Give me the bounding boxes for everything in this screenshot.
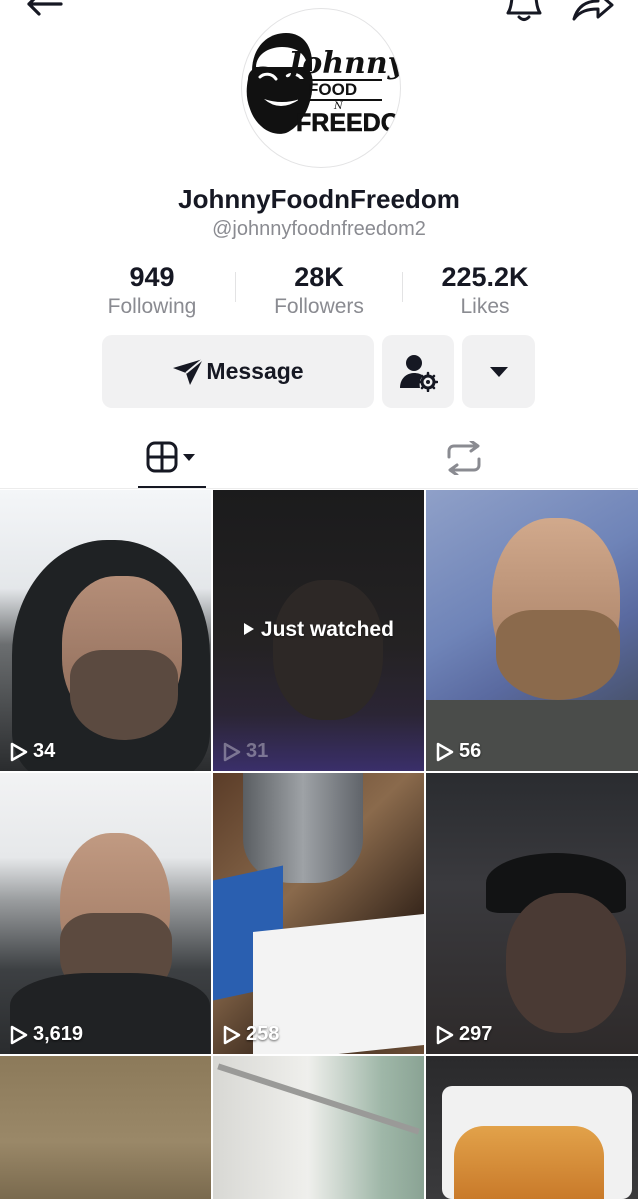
play-outline-icon [10, 1025, 28, 1044]
username: @johnnyfoodnfreedom2 [212, 218, 426, 240]
video-thumbnail[interactable]: Just watched 31 [213, 490, 424, 771]
thumbnail-curtain-rod [217, 1063, 420, 1135]
stat-likes[interactable]: 225.2K Likes [400, 262, 570, 321]
thumbnail-beard [496, 610, 620, 700]
video-thumbnail[interactable]: 297 [426, 773, 638, 1054]
play-outline-icon [223, 742, 241, 761]
thumbnail-food [454, 1126, 604, 1199]
thumbnail-face [273, 580, 383, 720]
likes-label: Likes [460, 295, 510, 318]
notification-button[interactable] [500, 0, 548, 24]
tab-reposts[interactable] [430, 434, 498, 482]
play-outline-icon [436, 1025, 454, 1044]
message-button[interactable]: Message [102, 335, 374, 408]
grid-icon [146, 441, 195, 473]
stat-following[interactable]: 949 Following [67, 262, 237, 321]
svg-text:FOOD: FOOD [308, 80, 357, 99]
view-count: 34 [10, 740, 55, 763]
video-thumbnail[interactable] [426, 1056, 638, 1199]
share-button[interactable] [566, 0, 618, 24]
play-filled-icon [244, 623, 255, 635]
suggested-accounts-button[interactable] [382, 335, 454, 408]
thumbnail-beard [70, 650, 178, 740]
caret-down-icon [489, 366, 508, 377]
video-thumbnail[interactable]: 3,619 [0, 773, 211, 1054]
following-label: Following [107, 295, 197, 318]
user-settings-icon [400, 354, 438, 392]
video-thumbnail[interactable] [0, 1056, 211, 1199]
stat-followers[interactable]: 28K Followers [234, 262, 404, 321]
likes-count: 225.2K [441, 262, 529, 292]
tab-videos[interactable] [138, 434, 206, 482]
video-thumbnail[interactable]: 56 [426, 490, 638, 771]
svg-text:Johnny: Johnny [283, 46, 400, 81]
share-arrow-icon [572, 0, 614, 21]
play-outline-icon [223, 1025, 241, 1044]
play-outline-icon [436, 742, 454, 761]
thumbnail-face [506, 893, 626, 1033]
tabs-divider [0, 488, 638, 489]
view-count: 3,619 [10, 1023, 83, 1046]
view-count: 56 [436, 740, 481, 763]
video-grid: 34 Just watched 31 56 3,619 258 297 [0, 490, 638, 1199]
video-thumbnail[interactable]: 258 [213, 773, 424, 1054]
view-count: 258 [223, 1023, 279, 1046]
view-count: 297 [436, 1023, 492, 1046]
video-thumbnail[interactable]: 34 [0, 490, 211, 771]
more-options-button[interactable] [462, 335, 535, 408]
just-watched-label: Just watched [213, 618, 424, 642]
repost-icon [447, 441, 481, 475]
thumbnail-jar [243, 773, 363, 883]
video-thumbnail[interactable] [213, 1056, 424, 1199]
bell-icon [506, 0, 542, 21]
message-button-label: Message [206, 358, 304, 384]
followers-count: 28K [294, 262, 344, 292]
view-count: 31 [223, 740, 268, 763]
followers-label: Followers [274, 295, 364, 318]
send-plane-icon [173, 357, 205, 385]
following-count: 949 [129, 262, 175, 292]
profile-avatar[interactable]: Johnny FOOD N FREEDO [241, 8, 401, 168]
johnny-food-freedom-logo: Johnny FOOD N FREEDO [246, 33, 400, 137]
arrow-left-icon [27, 0, 63, 16]
svg-text:FREEDO: FREEDO [296, 109, 400, 137]
display-name: JohnnyFoodnFreedom [178, 184, 460, 214]
back-button[interactable] [18, 0, 68, 22]
play-outline-icon [10, 742, 28, 761]
